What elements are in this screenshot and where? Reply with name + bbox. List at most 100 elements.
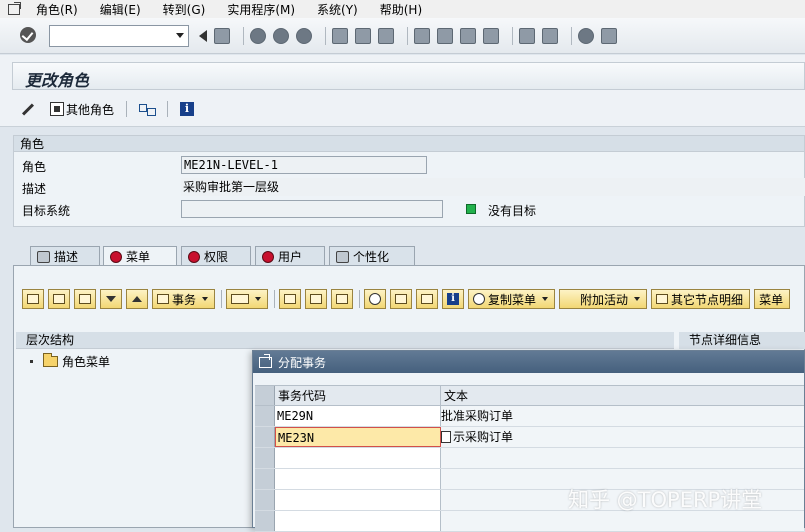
zoom-icon[interactable] [364, 289, 387, 309]
print-icon[interactable] [332, 27, 348, 44]
print-icon[interactable] [390, 289, 413, 309]
description-field[interactable]: 采购审批第一层级 [181, 178, 805, 196]
copy-menu-button[interactable]: 复制菜单 [468, 289, 556, 309]
cancel-icon[interactable] [296, 27, 312, 44]
additional-activities-label: 附加活动 [580, 292, 629, 307]
find-icon[interactable] [355, 27, 371, 44]
tab-description-label: 描述 [54, 250, 79, 264]
other-node-details-button[interactable]: 其它节点明细 [651, 289, 751, 309]
hierarchy-icon[interactable] [139, 102, 157, 116]
move-up-icon[interactable] [126, 289, 148, 309]
menu-button[interactable]: 菜单 [754, 289, 791, 309]
transaction-button[interactable]: 事务 [152, 289, 216, 309]
tab-description[interactable]: 描述 [30, 246, 100, 266]
menu-utilities[interactable]: 实用程序(M) [227, 1, 295, 18]
tab-menu-label: 菜单 [126, 250, 151, 264]
additional-activities-button[interactable]: 附加活动 [559, 289, 648, 309]
tree-node-role-menu[interactable]: 角色菜单 [30, 353, 110, 370]
documentation-icon[interactable] [331, 289, 354, 309]
menu-edit[interactable]: 编辑(E) [100, 1, 141, 18]
transaction-text-cell: 示采购订单 [441, 427, 804, 447]
transaction-icon [157, 294, 169, 304]
row-selector[interactable] [255, 427, 275, 447]
role-group-header: 角色 [14, 136, 804, 152]
transaction-code-cell[interactable] [275, 469, 441, 489]
window-menu-icon[interactable] [6, 2, 28, 16]
menu-role[interactable]: 角色(R) [36, 1, 78, 18]
new-session-icon[interactable] [519, 27, 535, 44]
back-icon[interactable] [250, 27, 266, 44]
menu-button-label: 菜单 [759, 292, 784, 307]
target-system-field[interactable] [181, 200, 443, 218]
row-selector[interactable] [255, 490, 275, 510]
previous-page-icon[interactable] [437, 27, 453, 44]
chevron-down-icon[interactable] [176, 32, 184, 38]
column-header-text[interactable]: 文本 [441, 386, 804, 405]
select-all-cell[interactable] [255, 386, 275, 405]
role-label: 角色 [22, 160, 47, 174]
exit-icon[interactable] [273, 27, 289, 44]
status-green-icon [466, 204, 476, 214]
toolbar-separator [571, 26, 572, 45]
shortcut-icon[interactable] [542, 27, 558, 44]
info-icon[interactable]: i [442, 289, 465, 309]
move-down-icon[interactable] [100, 289, 122, 309]
tab-authorizations[interactable]: 权限 [181, 246, 251, 266]
save-icon[interactable] [214, 27, 230, 44]
next-page-icon[interactable] [460, 27, 476, 44]
transaction-code-cell[interactable] [275, 511, 441, 531]
transaction-text-cell [441, 511, 804, 531]
delete-node-icon[interactable] [74, 289, 96, 309]
tab-menu[interactable]: 菜单 [103, 246, 177, 266]
hierarchy-header: 层次结构 [16, 332, 674, 349]
row-selector[interactable] [255, 448, 275, 468]
display-change-button[interactable] [20, 102, 38, 116]
other-role-icon [50, 102, 64, 116]
first-page-icon[interactable] [414, 27, 430, 44]
back-triangle-icon[interactable] [199, 29, 207, 42]
watermark: 知乎 @TOPERP讲堂 [568, 488, 763, 512]
info-icon[interactable]: i [180, 102, 195, 116]
toolbar-separator [221, 290, 223, 308]
find-next-icon[interactable] [378, 27, 394, 44]
report-button[interactable] [226, 289, 269, 309]
row-selector[interactable] [255, 406, 275, 426]
transaction-code-cell[interactable] [275, 448, 441, 468]
column-header-code[interactable]: 事务代码 [275, 386, 441, 405]
last-page-icon[interactable] [483, 27, 499, 44]
chevron-down-icon [634, 297, 641, 301]
tree-node-label: 角色菜单 [62, 355, 111, 369]
command-field[interactable] [49, 24, 189, 47]
report-icon [231, 294, 250, 304]
tab-user[interactable]: 用户 [255, 246, 325, 266]
tab-user-label: 用户 [278, 250, 303, 264]
description-row: 描述 采购审批第一层级 [14, 176, 805, 198]
copy-icon[interactable] [441, 431, 451, 443]
tree-icon[interactable] [416, 289, 439, 309]
tab-personalization[interactable]: 个性化 [329, 246, 415, 266]
table-row: ME23N 示采购订单 [255, 427, 804, 448]
find-next-icon[interactable] [305, 289, 328, 309]
row-selector[interactable] [255, 511, 275, 531]
transaction-text: 批准采购订单 [441, 409, 514, 423]
status-red-icon [188, 250, 200, 263]
enter-check-icon[interactable] [20, 27, 36, 43]
status-red-icon [262, 250, 274, 263]
help-icon[interactable] [578, 27, 594, 44]
transaction-code-cell[interactable] [275, 490, 441, 510]
find-icon[interactable] [279, 289, 302, 309]
expand-icon[interactable] [22, 289, 44, 309]
standard-toolbar [0, 18, 805, 54]
layout-menu-icon[interactable] [601, 27, 617, 44]
transaction-text-cell [441, 448, 804, 468]
folder-new-icon[interactable] [48, 289, 70, 309]
row-selector[interactable] [255, 469, 275, 489]
other-role-button[interactable]: 其他角色 [50, 101, 114, 118]
menu-goto[interactable]: 转到(G) [163, 1, 206, 18]
transaction-code-cell[interactable]: ME29N [275, 406, 441, 426]
role-field[interactable]: ME21N-LEVEL-1 [181, 156, 427, 174]
transaction-code-cell[interactable]: ME23N [275, 427, 441, 447]
dialog-title: 分配事务 [278, 355, 327, 370]
menu-system[interactable]: 系统(Y) [317, 1, 358, 18]
menu-help[interactable]: 帮助(H) [380, 1, 422, 18]
